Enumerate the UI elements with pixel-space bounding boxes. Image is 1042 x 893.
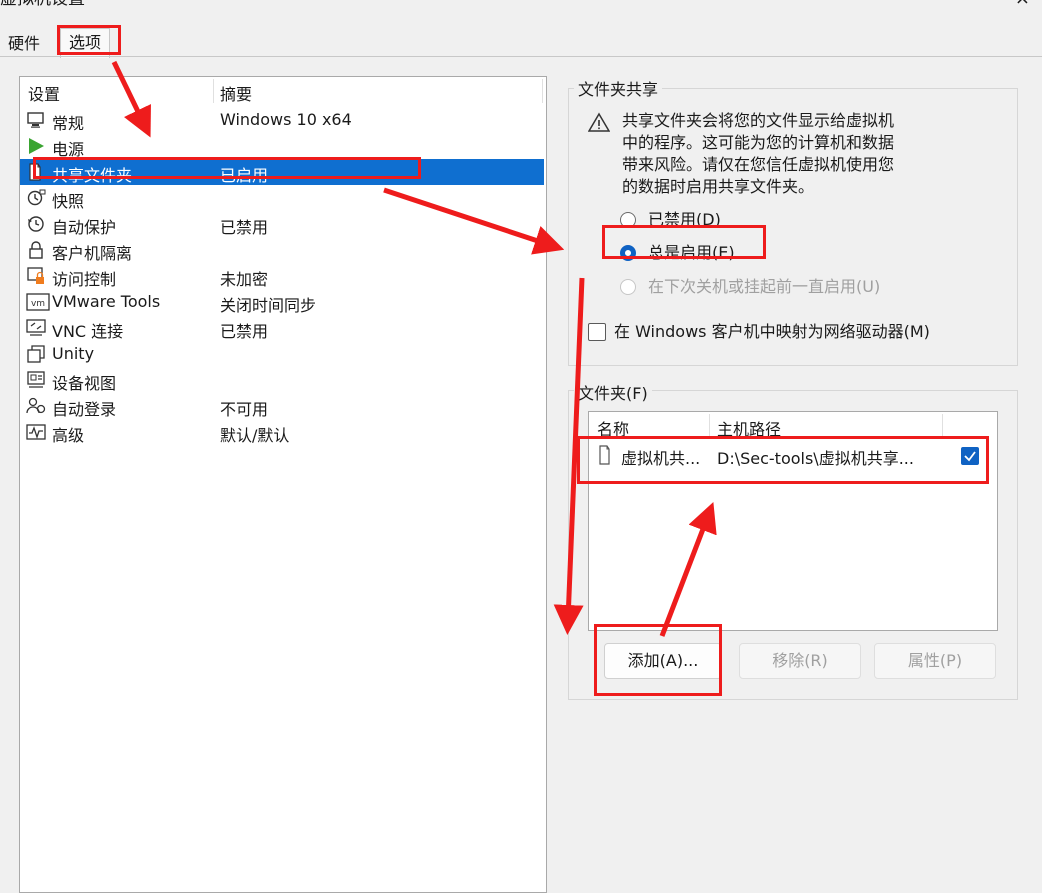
remove-folder-button[interactable]: 移除(R): [739, 643, 861, 679]
settings-row-name: 高级: [52, 426, 85, 445]
annotation-box-options-tab: [57, 25, 121, 55]
map-network-drive-label: 在 Windows 客户机中映射为网络驱动器(M): [614, 322, 930, 341]
settings-row-name: VNC 连接: [52, 322, 124, 341]
unity-icon: [27, 345, 45, 363]
settings-row-name: 自动登录: [52, 400, 117, 419]
tab-bar: 硬件 选项: [0, 28, 1042, 58]
settings-row-autologin[interactable]: 自动登录 不可用: [20, 393, 544, 419]
annotation-box-add-button: [594, 624, 722, 696]
settings-row-power[interactable]: 电源: [20, 133, 544, 159]
settings-row-access-control[interactable]: 访问控制 未加密: [20, 263, 544, 289]
settings-row-name: 访问控制: [52, 270, 117, 289]
settings-row-name: 快照: [52, 192, 85, 211]
title-bar: 虚拟机设置 ×: [0, 0, 1042, 10]
annotation-box-shared-folders-row: [33, 157, 421, 179]
autoprotect-icon: [28, 216, 44, 232]
settings-row-device-view[interactable]: 设备视图: [20, 367, 544, 393]
settings-row-vmware-tools[interactable]: vm VMware Tools 关闭时间同步: [20, 289, 544, 315]
warning-text-line: 带来风险。请仅在您信任虚拟机使用您: [622, 155, 895, 174]
snapshot-icon: [27, 189, 46, 206]
settings-row-summary: 不可用: [220, 400, 269, 419]
settings-row-name: 客户机隔离: [52, 244, 133, 263]
settings-row-summary: Windows 10 x64: [220, 110, 352, 129]
warning-text-line: 中的程序。这可能为您的计算机和数据: [622, 133, 895, 152]
column-header-setting[interactable]: 设置: [28, 81, 60, 105]
settings-row-isolation[interactable]: 客户机隔离: [20, 237, 544, 263]
settings-list[interactable]: 设置 摘要 常规 Windows 10 x64 电源 共享文件夹 已启用 快照 …: [19, 76, 547, 893]
column-separator[interactable]: [942, 414, 943, 438]
folders-title: 文件夹(F): [574, 380, 652, 404]
annotation-box-folder-row: [577, 436, 989, 484]
column-separator[interactable]: [213, 79, 214, 103]
access-control-icon: [27, 267, 44, 284]
window-title: 虚拟机设置: [0, 0, 85, 10]
settings-row-summary: 已禁用: [220, 218, 269, 237]
settings-list-header: 设置 摘要: [20, 77, 546, 105]
column-separator[interactable]: [709, 414, 710, 438]
autologin-icon: [26, 397, 46, 414]
tab-hardware[interactable]: 硬件: [0, 30, 48, 57]
vnc-icon: [26, 319, 46, 336]
isolation-icon: [29, 241, 43, 259]
settings-row-unity[interactable]: Unity: [20, 341, 544, 367]
settings-row-name: 设备视图: [52, 374, 117, 393]
settings-row-autoprotect[interactable]: 自动保护 已禁用: [20, 211, 544, 237]
column-separator[interactable]: [542, 79, 543, 103]
settings-row-advanced[interactable]: 高级 默认/默认: [20, 419, 544, 445]
vmware-tools-icon: vm: [26, 293, 50, 311]
annotation-box-always-enabled: [602, 225, 766, 259]
warning-text-line: 共享文件夹会将您的文件显示给虚拟机: [622, 111, 895, 130]
settings-row-name: VMware Tools: [52, 292, 161, 311]
radio-label: 在下次关机或挂起前一直启用(U): [648, 277, 881, 296]
settings-row-snapshot[interactable]: 快照: [20, 185, 544, 211]
settings-row-summary: 默认/默认: [220, 426, 290, 445]
folder-sharing-title: 文件夹共享: [574, 76, 663, 100]
settings-row-vnc[interactable]: VNC 连接 已禁用: [20, 315, 544, 341]
map-network-drive-checkbox[interactable]: [588, 323, 606, 341]
settings-row-name: Unity: [52, 344, 95, 363]
power-icon: [29, 138, 44, 154]
folder-properties-button[interactable]: 属性(P): [874, 643, 996, 679]
close-icon[interactable]: ×: [1015, 0, 1030, 10]
column-header-summary[interactable]: 摘要: [220, 81, 252, 105]
settings-row-general[interactable]: 常规 Windows 10 x64: [20, 107, 544, 133]
radio-button-disabled[interactable]: [620, 279, 636, 295]
settings-row-name: 常规: [52, 114, 85, 133]
advanced-icon: [26, 424, 46, 440]
settings-row-summary: 关闭时间同步: [220, 296, 317, 315]
settings-row-name: 自动保护: [52, 218, 117, 237]
tab-divider: [0, 56, 1042, 57]
device-view-icon: [27, 371, 45, 388]
warning-icon: [588, 112, 610, 132]
svg-text:vm: vm: [31, 299, 45, 309]
general-icon: [27, 112, 44, 128]
settings-row-summary: 已禁用: [220, 322, 269, 341]
warning-text-line: 的数据时启用共享文件夹。: [622, 177, 815, 196]
settings-row-summary: 未加密: [220, 270, 269, 289]
